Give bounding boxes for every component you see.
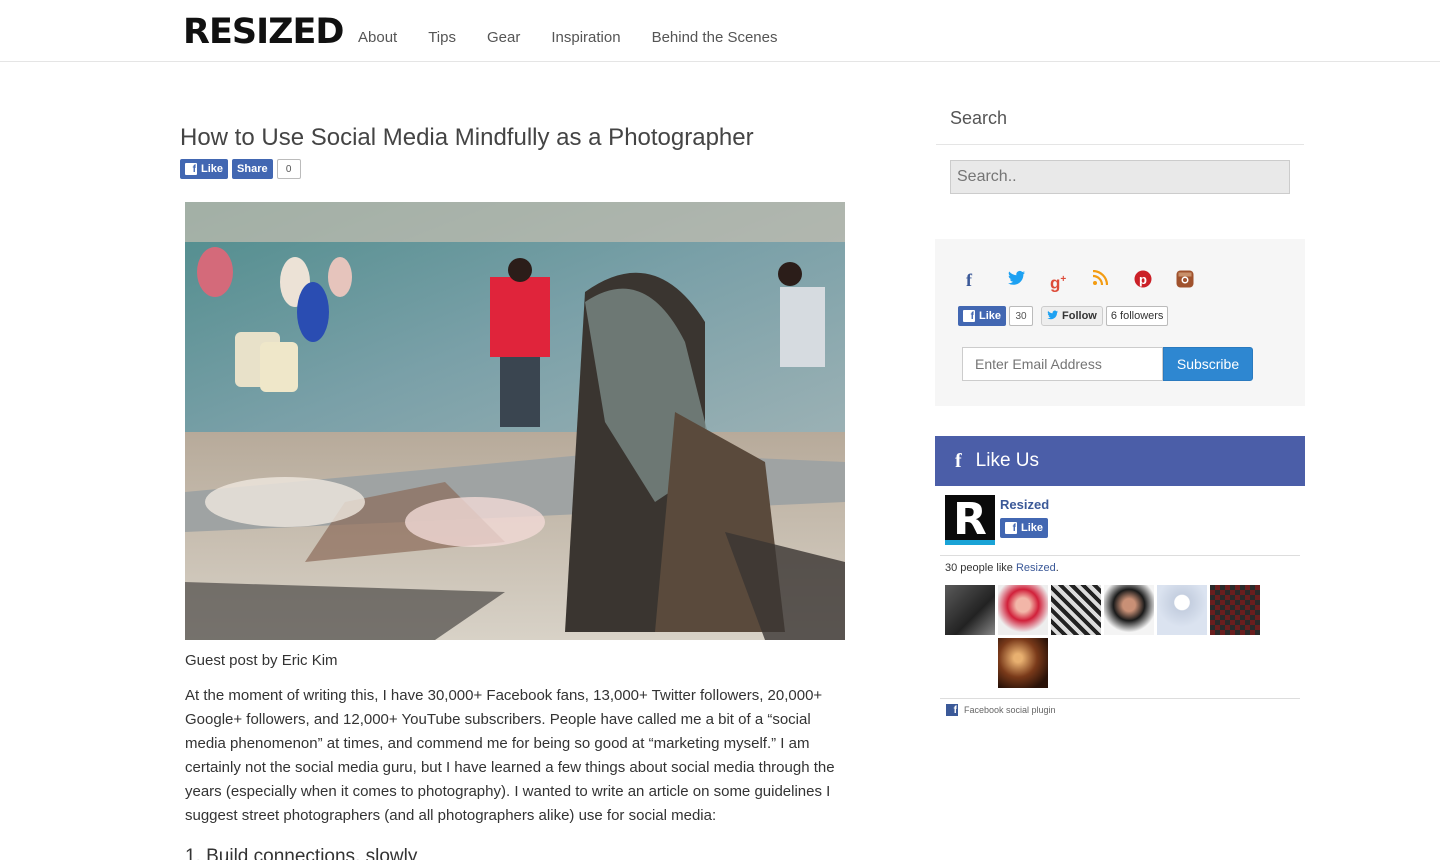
divider xyxy=(940,555,1300,556)
street-photo xyxy=(185,202,845,640)
fan-avatar[interactable] xyxy=(945,585,995,635)
search-widget-title: Search xyxy=(950,108,1008,128)
fb-share-button[interactable]: Share xyxy=(232,159,273,179)
site-header: RESIZED About Tips Gear Inspiration Behi… xyxy=(0,0,1440,62)
nav-behind-the-scenes[interactable]: Behind the Scenes xyxy=(652,28,778,48)
fb-share-label: Share xyxy=(237,163,268,175)
email-field[interactable] xyxy=(962,347,1163,381)
like-us-header: f Like Us xyxy=(935,436,1305,486)
social-icon-row: f g+ p xyxy=(966,269,1218,293)
nav-gear[interactable]: Gear xyxy=(487,28,520,48)
google-plus-icon[interactable]: g+ xyxy=(1050,270,1092,293)
facebook-icon: f xyxy=(955,449,962,472)
article-share-bar: f Like Share 0 xyxy=(180,159,301,179)
people-like-prefix: 30 people like xyxy=(945,562,1016,574)
like-us-title: Like Us xyxy=(975,450,1040,471)
plugin-label[interactable]: Facebook social plugin xyxy=(964,705,1056,715)
instagram-icon[interactable] xyxy=(1176,270,1218,290)
facebook-icon[interactable]: f xyxy=(966,270,1008,290)
page-avatar[interactable]: R xyxy=(945,495,995,545)
nav-inspiration[interactable]: Inspiration xyxy=(551,28,620,48)
page-name-link[interactable]: Resized xyxy=(1000,497,1049,512)
fan-avatar[interactable] xyxy=(1104,585,1154,635)
people-like-suffix: . xyxy=(1055,562,1059,574)
fan-avatar[interactable] xyxy=(998,638,1048,688)
rss-icon[interactable] xyxy=(1092,269,1134,290)
fb-like-label: Like xyxy=(201,163,224,175)
article-subheading: 1. Build connections, slowly xyxy=(185,846,418,860)
people-like-text: 30 people like Resized. xyxy=(945,562,1059,574)
page-like-wrap: f Like xyxy=(1000,518,1049,538)
site-logo[interactable]: RESIZED xyxy=(183,12,344,52)
article-byline: Guest post by Eric Kim xyxy=(185,652,338,669)
nav-about[interactable]: About xyxy=(358,28,397,48)
twitter-follow-button[interactable]: Follow xyxy=(1041,306,1103,326)
fb-page-like-label: Like xyxy=(979,310,1002,322)
page-like-label: Like xyxy=(1021,522,1044,534)
article-paragraph: At the moment of writing this, I have 30… xyxy=(185,687,835,824)
subscribe-button[interactable]: Subscribe xyxy=(1163,347,1253,381)
facebook-icon: f xyxy=(963,310,975,322)
page-like-button[interactable]: f Like xyxy=(1000,518,1049,538)
fan-avatar[interactable] xyxy=(1051,585,1101,635)
main-nav: About Tips Gear Inspiration Behind the S… xyxy=(358,28,809,48)
fan-avatar[interactable] xyxy=(998,585,1048,635)
fb-page-like-button[interactable]: f Like xyxy=(958,306,1007,326)
pinterest-icon[interactable]: p xyxy=(1134,270,1176,290)
twitter-follow-label: Follow xyxy=(1062,310,1097,322)
divider xyxy=(936,144,1304,145)
facebook-icon: f xyxy=(946,704,958,716)
article-photo xyxy=(185,202,845,640)
fan-avatar[interactable] xyxy=(1210,585,1260,635)
people-like-page-link[interactable]: Resized xyxy=(1016,562,1056,574)
social-counters: f Like 30 Follow 6 followers xyxy=(958,306,1169,326)
article-title: How to Use Social Media Mindfully as a P… xyxy=(180,124,754,151)
fb-like-button[interactable]: f Like xyxy=(180,159,229,179)
search-input[interactable] xyxy=(950,160,1290,194)
svg-text:p: p xyxy=(1139,272,1147,287)
nav-tips[interactable]: Tips xyxy=(428,28,456,48)
twitter-icon xyxy=(1047,310,1059,323)
share-count: 0 xyxy=(276,159,301,179)
facebook-icon: f xyxy=(1005,522,1017,534)
facebook-icon: f xyxy=(185,163,197,175)
fan-avatar[interactable] xyxy=(1157,585,1207,635)
fb-plugin-footer: f Facebook social plugin xyxy=(946,704,1056,716)
twitter-icon[interactable] xyxy=(1008,270,1050,290)
divider xyxy=(940,698,1300,699)
fb-like-count: 30 xyxy=(1009,306,1034,326)
twitter-follower-count: 6 followers xyxy=(1105,306,1169,326)
